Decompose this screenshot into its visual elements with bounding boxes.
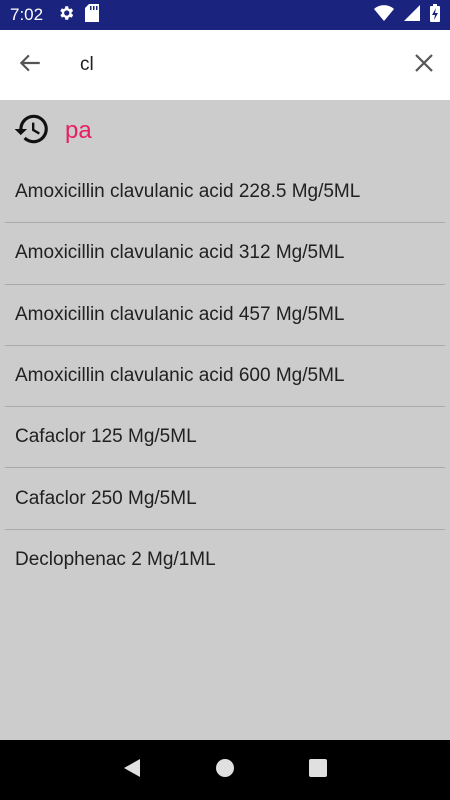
result-list: Amoxicillin clavulanic acid 228.5 Mg/5ML… xyxy=(0,162,450,591)
signal-icon xyxy=(404,4,420,26)
result-item[interactable]: Amoxicillin clavulanic acid 457 Mg/5ML xyxy=(5,285,445,346)
back-triangle-icon xyxy=(122,758,142,783)
status-bar: 7:02 xyxy=(0,0,450,30)
history-icon xyxy=(13,110,51,153)
history-text: pa xyxy=(65,117,92,144)
sd-card-icon xyxy=(85,3,100,27)
close-icon xyxy=(414,53,434,78)
nav-recents-button[interactable] xyxy=(298,750,338,790)
recents-square-icon xyxy=(308,758,328,783)
battery-charging-icon xyxy=(430,3,440,27)
search-input[interactable] xyxy=(60,45,398,85)
home-circle-icon xyxy=(215,758,235,783)
clear-button[interactable] xyxy=(398,30,450,100)
nav-home-button[interactable] xyxy=(205,750,245,790)
status-time: 7:02 xyxy=(10,5,44,24)
gear-icon xyxy=(57,4,75,27)
result-item[interactable]: Amoxicillin clavulanic acid 600 Mg/5ML xyxy=(5,346,445,408)
results-panel: pa Amoxicillin clavulanic acid 228.5 Mg/… xyxy=(0,100,450,740)
nav-back-button[interactable] xyxy=(112,750,152,790)
arrow-left-icon xyxy=(17,50,43,81)
navigation-bar xyxy=(0,740,450,800)
result-item[interactable]: Declophenac 2 Mg/1ML xyxy=(5,530,445,591)
history-item[interactable]: pa xyxy=(0,100,450,162)
result-item[interactable]: Amoxicillin clavulanic acid 228.5 Mg/5ML xyxy=(5,162,445,224)
wifi-icon xyxy=(374,4,394,26)
result-item[interactable]: Cafaclor 250 Mg/5ML xyxy=(5,468,445,530)
result-item[interactable]: Cafaclor 125 Mg/5ML xyxy=(5,407,445,469)
search-bar xyxy=(0,30,450,100)
back-button[interactable] xyxy=(0,30,60,100)
result-item[interactable]: Amoxicillin clavulanic acid 312 Mg/5ML xyxy=(5,223,445,285)
